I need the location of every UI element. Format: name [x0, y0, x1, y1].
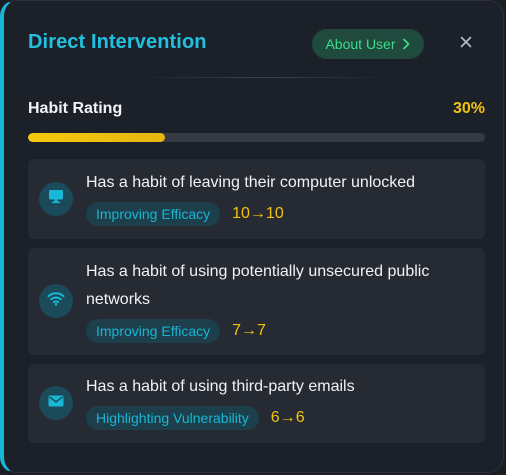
- about-user-label: About User: [325, 36, 396, 52]
- monitor-icon-badge: [39, 182, 73, 216]
- habit-rating-progress-bar: [28, 133, 485, 142]
- habit-meta: Improving Efficacy 7→7: [86, 319, 266, 343]
- habit-meta: Highlighting Vulnerability 6→6: [86, 406, 305, 430]
- habit-text: Has a habit of leaving their computer un…: [86, 174, 416, 191]
- habit-rating-value: 30%: [452, 100, 485, 117]
- monitor-icon: [48, 189, 64, 209]
- mail-icon: [48, 394, 64, 412]
- direct-intervention-panel: Direct Intervention About User Habit Rat…: [0, 0, 504, 473]
- close-icon: [460, 35, 472, 53]
- habit-meta: Improving Efficacy 10→10: [86, 202, 284, 226]
- habit-score: 6→6: [270, 409, 305, 426]
- habit-tag: Highlighting Vulnerability: [86, 406, 259, 430]
- habit-score: 10→10: [232, 205, 284, 222]
- panel-title: Direct Intervention: [28, 31, 207, 53]
- close-button[interactable]: [453, 31, 479, 57]
- habit-card: Has a habit of using potentially unsecur…: [28, 248, 485, 355]
- chevron-right-icon: [402, 38, 411, 50]
- habit-score: 7→7: [232, 322, 266, 339]
- habit-tag: Improving Efficacy: [86, 202, 221, 226]
- habit-rating-progress-fill: [28, 133, 166, 142]
- habit-card: Has a habit of leaving their computer un…: [28, 159, 485, 239]
- about-user-button[interactable]: About User: [312, 29, 424, 59]
- habit-tag: Improving Efficacy: [86, 319, 221, 343]
- panel-header: Direct Intervention About User: [28, 29, 479, 59]
- habit-text: Has a habit of using potentially unsecur…: [86, 263, 430, 308]
- habit-rating-row: Habit Rating 30%: [28, 100, 485, 122]
- habit-rating-label: Habit Rating: [28, 100, 123, 117]
- habit-text: Has a habit of using third-party emails: [86, 378, 355, 395]
- wifi-icon: [47, 291, 65, 311]
- habit-card: Has a habit of using third-party emails …: [28, 364, 485, 443]
- wifi-icon-badge: [39, 284, 73, 318]
- mail-icon-badge: [39, 386, 73, 420]
- header-divider: [134, 77, 394, 78]
